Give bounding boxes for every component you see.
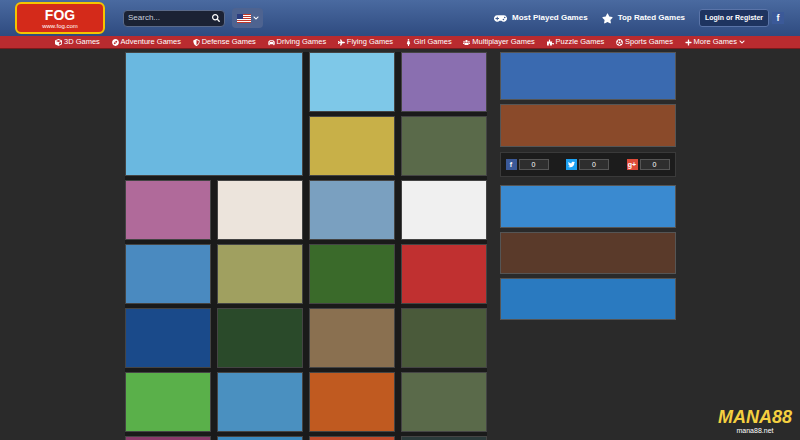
game-tile[interactable] (217, 244, 303, 304)
language-select[interactable] (232, 8, 263, 28)
nav-item[interactable]: Puzzle Games (547, 38, 605, 46)
facebook-button[interactable]: f (772, 12, 784, 24)
category-nav: 3D Games Adventure Games Defense Games Driv… (0, 36, 800, 49)
sidebar: f00g+0 (500, 52, 676, 440)
login-button[interactable]: Login or Register (699, 9, 769, 28)
game-grid (125, 52, 487, 440)
game-tile[interactable] (125, 372, 211, 432)
us-flag-icon (237, 14, 251, 23)
main: f00g+0 (125, 49, 676, 440)
header-right: Most Played Games Top Rated Games Login or… (494, 9, 784, 28)
nav-item[interactable]: Girl Games (405, 38, 452, 46)
game-tile[interactable] (125, 180, 211, 240)
header-link[interactable]: Top Rated Games (602, 12, 685, 24)
category-icon (193, 39, 200, 46)
game-tile[interactable] (401, 52, 487, 112)
search-input[interactable] (128, 12, 212, 24)
nav-item[interactable]: Sports Games (616, 38, 673, 46)
game-tile[interactable] (401, 244, 487, 304)
category-icon (616, 39, 623, 46)
game-tile[interactable] (309, 308, 395, 368)
nav-item[interactable]: Defense Games (193, 38, 256, 46)
game-tile[interactable] (401, 180, 487, 240)
share-button[interactable]: g+0 (627, 159, 670, 170)
game-tile[interactable] (217, 436, 303, 440)
ad-banner[interactable] (500, 52, 676, 100)
gamepad-icon (494, 12, 507, 25)
share-count: 0 (579, 159, 609, 170)
game-tile[interactable] (401, 116, 487, 176)
nav-item[interactable]: 3D Games (55, 38, 100, 46)
featured-game[interactable] (125, 52, 303, 176)
google-icon: g+ (627, 159, 638, 170)
category-icon (338, 39, 345, 46)
category-icon (112, 39, 119, 46)
category-icon (463, 39, 470, 46)
search-box (123, 10, 225, 27)
game-tile[interactable] (125, 436, 211, 440)
header-link[interactable]: Most Played Games (494, 12, 588, 25)
game-tile[interactable] (309, 52, 395, 112)
facebook-icon: f (506, 159, 517, 170)
share-bar: f00g+0 (500, 152, 676, 177)
nav-item[interactable]: Flying Games (338, 38, 393, 46)
game-tile[interactable] (125, 308, 211, 368)
search-icon[interactable] (212, 14, 220, 22)
share-button[interactable]: 0 (566, 159, 609, 170)
category-icon (685, 39, 692, 46)
logo-name: FOG (45, 8, 75, 22)
game-tile[interactable] (217, 372, 303, 432)
category-icon (547, 39, 554, 46)
share-count: 0 (519, 159, 549, 170)
logo-url: www.fog.com (42, 23, 78, 29)
share-button[interactable]: f0 (506, 159, 549, 170)
game-tile[interactable] (125, 244, 211, 304)
game-tile[interactable] (401, 308, 487, 368)
category-icon (55, 39, 62, 46)
watermark: MANA88mana88.net (718, 408, 792, 434)
category-icon (268, 39, 275, 46)
nav-item[interactable]: Driving Games (268, 38, 327, 46)
category-icon (405, 39, 412, 46)
twitter-icon (566, 159, 577, 170)
game-tile[interactable] (309, 372, 395, 432)
game-tile[interactable] (309, 116, 395, 176)
ad-banner[interactable] (500, 185, 676, 228)
nav-item[interactable]: Adventure Games (112, 38, 181, 46)
game-tile[interactable] (401, 436, 487, 440)
nav-item[interactable]: Multiplayer Games (463, 38, 535, 46)
chevron-down-icon (739, 39, 745, 45)
star-icon (602, 13, 613, 24)
nav-item[interactable]: More Games (685, 38, 745, 46)
game-tile[interactable] (309, 180, 395, 240)
game-tile[interactable] (309, 244, 395, 304)
ad-banner[interactable] (500, 104, 676, 147)
header: FOGwww.fog.com Most Played Games Top Rated… (0, 0, 800, 36)
logo[interactable]: FOGwww.fog.com (15, 2, 105, 34)
ad-banner[interactable] (500, 232, 676, 274)
game-tile[interactable] (401, 372, 487, 432)
ad-banner[interactable] (500, 278, 676, 320)
game-tile[interactable] (217, 308, 303, 368)
page: FOGwww.fog.com Most Played Games Top Rated… (0, 0, 800, 440)
chevron-down-icon (253, 15, 259, 21)
share-count: 0 (640, 159, 670, 170)
game-tile[interactable] (217, 180, 303, 240)
game-tile[interactable] (309, 436, 395, 440)
